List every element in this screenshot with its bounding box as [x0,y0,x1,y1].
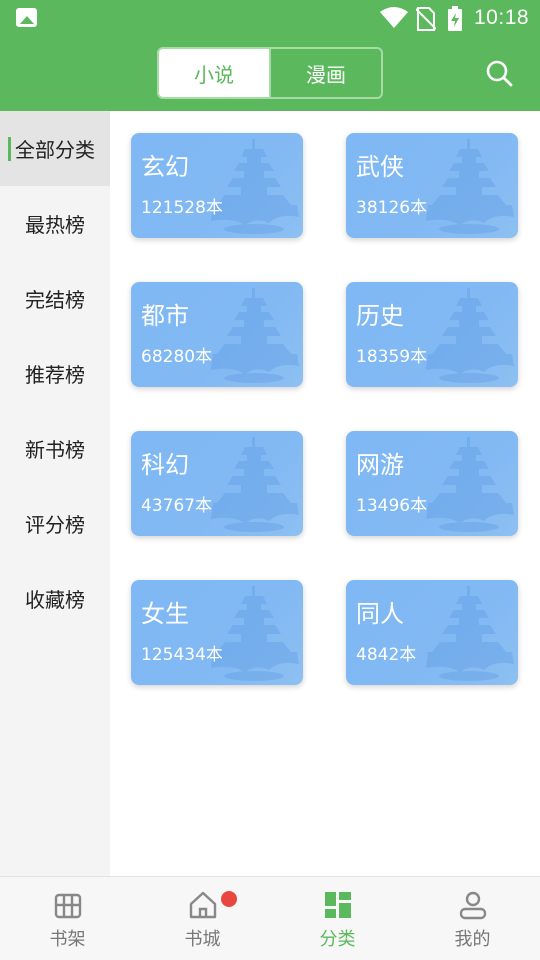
category-card[interactable]: 网游 13496本 [346,431,518,536]
notification-badge [221,891,237,907]
category-count: 18359本 [356,347,428,367]
category-name: 女生 [141,600,189,628]
nav-label: 书架 [49,929,86,950]
category-name: 玄幻 [141,153,189,181]
profile-icon [459,891,486,920]
category-card[interactable]: 同人 4842本 [346,580,518,685]
pagoda-icon [211,288,299,383]
category-name: 武侠 [356,153,404,181]
pagoda-icon [426,288,514,383]
gallery-notification-icon [16,8,37,27]
category-card[interactable]: 历史 18359本 [346,282,518,387]
app-header: 10:18 小说 漫画 [0,0,540,111]
sidebar-item-rating[interactable]: 评分榜 [0,486,110,561]
category-count: 13496本 [356,496,428,516]
sidebar-item-recommended[interactable]: 推荐榜 [0,336,110,411]
pagoda-icon [426,586,514,681]
pagoda-icon [211,586,299,681]
tab-comic[interactable]: 漫画 [269,49,381,97]
sidebar-item-all-categories[interactable]: 全部分类 [0,111,110,186]
category-grid-icon [324,892,351,918]
category-name: 历史 [356,302,404,330]
category-count: 125434本 [141,645,223,665]
status-time: 10:18 [474,6,530,29]
category-card[interactable]: 科幻 43767本 [131,431,303,536]
tab-novel[interactable]: 小说 [159,49,269,97]
sidebar-item-hottest[interactable]: 最热榜 [0,186,110,261]
category-count: 121528本 [141,198,223,218]
category-count: 4842本 [356,645,417,665]
category-count: 68280本 [141,347,213,367]
category-name: 科幻 [141,451,189,479]
pagoda-icon [426,139,514,234]
sidebar-item-completed[interactable]: 完结榜 [0,261,110,336]
category-card[interactable]: 都市 68280本 [131,282,303,387]
bookshelf-icon [54,893,81,919]
no-sim-icon [416,7,436,31]
category-name: 同人 [356,600,404,628]
content-type-switch: 小说 漫画 [157,47,383,99]
nav-profile[interactable]: 我的 [405,877,540,960]
pagoda-icon [211,139,299,234]
sidebar-item-new-books[interactable]: 新书榜 [0,411,110,486]
pagoda-icon [426,437,514,532]
status-bar: 10:18 [0,0,540,36]
battery-charging-icon [448,6,462,31]
home-icon [189,891,216,919]
nav-label: 书城 [184,929,221,950]
category-count: 38126本 [356,198,428,218]
nav-label: 分类 [319,929,356,950]
nav-bookshelf[interactable]: 书架 [0,877,135,960]
pagoda-icon [211,437,299,532]
category-card[interactable]: 女生 125434本 [131,580,303,685]
nav-bookstore[interactable]: 书城 [135,877,270,960]
category-name: 都市 [141,302,189,330]
nav-category[interactable]: 分类 [270,877,405,960]
category-name: 网游 [356,451,404,479]
bottom-navigation: 书架 书城 分类 我的 [0,876,540,960]
nav-label: 我的 [454,929,491,950]
category-count: 43767本 [141,496,213,516]
sidebar-item-favorites[interactable]: 收藏榜 [0,561,110,636]
category-card[interactable]: 武侠 38126本 [346,133,518,238]
search-icon[interactable] [484,58,514,88]
category-card[interactable]: 玄幻 121528本 [131,133,303,238]
ranking-sidebar: 全部分类 最热榜 完结榜 推荐榜 新书榜 评分榜 收藏榜 [0,111,110,876]
wifi-icon [380,7,408,28]
